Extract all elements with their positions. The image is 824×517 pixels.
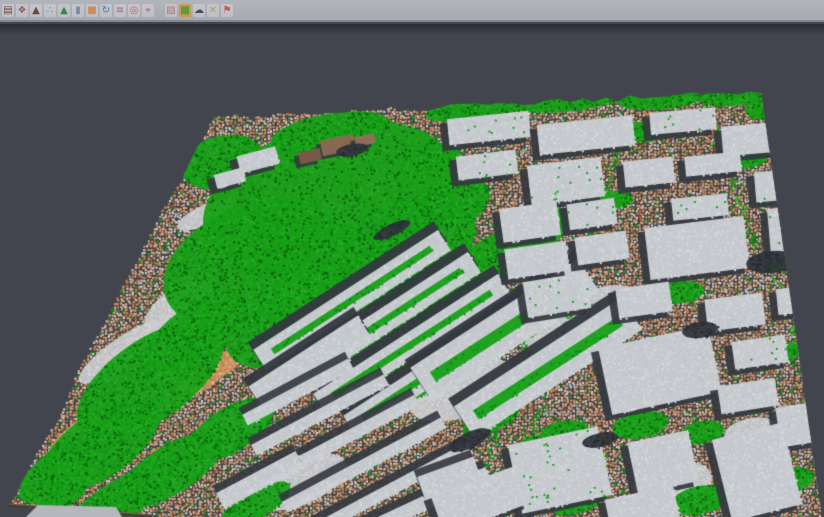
- sparse-points-icon[interactable]: ∴: [44, 4, 56, 17]
- viewport-3d-canvas[interactable]: [0, 0, 824, 517]
- target-icon[interactable]: ◎: [128, 4, 140, 17]
- select-area-icon[interactable]: ⌖: [142, 4, 154, 17]
- point-pair-icon[interactable]: ❖: [16, 4, 28, 17]
- terrain-icon[interactable]: ▲: [58, 4, 70, 17]
- layers-icon[interactable]: ▤: [2, 4, 14, 17]
- clip-icon[interactable]: ✕: [207, 4, 219, 17]
- refresh-icon[interactable]: ↻: [100, 4, 112, 17]
- application-window: ▤❖▲∴▲▮■↻≡◎⌖▨▩☁✕⚑: [0, 0, 824, 517]
- point-cloud-icon[interactable]: ☁: [193, 4, 205, 17]
- grid-cells-icon[interactable]: ▨: [165, 4, 177, 17]
- profile-icon[interactable]: ▮: [72, 4, 84, 17]
- tin-surface-icon[interactable]: ▲: [30, 4, 42, 17]
- measure-lines-icon[interactable]: ≡: [114, 4, 126, 17]
- classification-icon[interactable]: ▩: [179, 4, 191, 17]
- ortho-image-icon[interactable]: ■: [86, 4, 98, 17]
- flag-icon[interactable]: ⚑: [221, 4, 233, 17]
- toolbar: ▤❖▲∴▲▮■↻≡◎⌖▨▩☁✕⚑: [0, 0, 824, 22]
